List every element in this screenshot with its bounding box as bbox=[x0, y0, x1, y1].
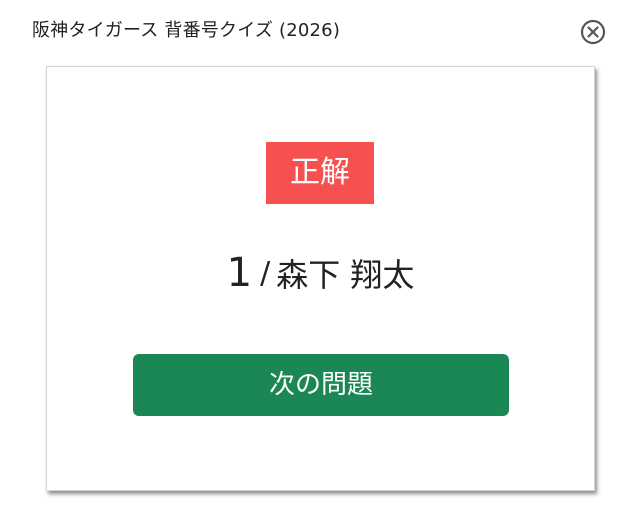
close-button[interactable] bbox=[578, 17, 608, 47]
next-question-button[interactable]: 次の問題 bbox=[133, 354, 509, 416]
player-name: 森下 翔太 bbox=[276, 256, 415, 294]
jersey-number: 1 bbox=[226, 250, 253, 296]
quiz-window: 阪神タイガース 背番号クイズ (2026) 正解 1/森下 翔太 次の問題 bbox=[0, 0, 640, 520]
answer-line: 1/森下 翔太 bbox=[47, 250, 594, 296]
answer-separator: / bbox=[260, 255, 271, 291]
window-title: 阪神タイガース 背番号クイズ (2026) bbox=[32, 20, 341, 41]
close-circle-x-icon bbox=[580, 19, 606, 45]
correct-badge: 正解 bbox=[266, 142, 374, 204]
result-card: 正解 1/森下 翔太 次の問題 bbox=[46, 66, 595, 491]
